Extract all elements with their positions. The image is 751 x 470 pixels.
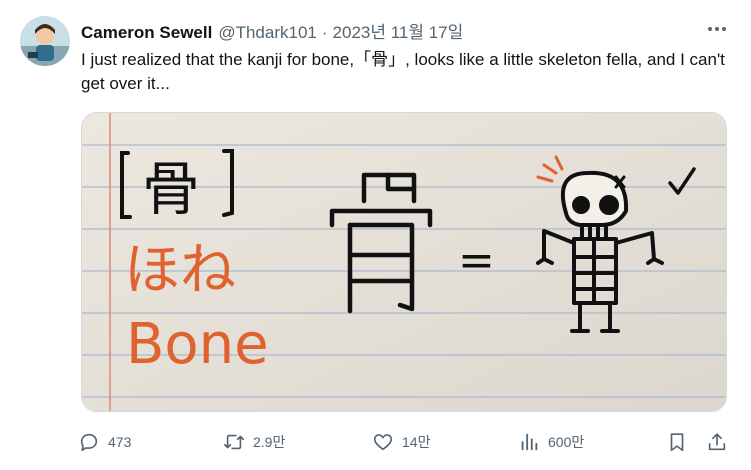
equals-sign: = [458,235,495,286]
retweet-button[interactable]: 2.9만 [223,426,285,458]
avatar-image [20,16,70,66]
like-count: 14만 [402,434,431,450]
tweet-header: Cameron Sewell @Thdark101 · 2023년 11월 17… [81,18,691,42]
bookmark-icon [670,433,684,452]
author-handle[interactable]: @Thdark101 [218,23,317,43]
author-name[interactable]: Cameron Sewell [81,23,212,43]
notebook-drawing: 骨 ほね Bone = [82,113,726,411]
share-upload-icon [708,433,726,451]
avatar[interactable] [20,16,70,66]
share-button[interactable] [706,426,728,458]
views-button[interactable]: 600만 [518,426,584,458]
tweet-date[interactable]: 2023년 11월 17일 [333,18,464,43]
speech-bubble-icon [80,433,98,452]
tweet-text: I just realized that the kanji for bone,… [81,50,725,93]
reading-text: ほね [124,238,236,303]
heart-icon [373,434,393,451]
tweet-action-bar: 473 2.9만 14만 600만 [78,426,728,458]
bookmark-button[interactable] [666,426,688,458]
reply-button[interactable]: 473 [78,426,131,458]
like-button[interactable]: 14만 [372,426,430,458]
tweet-media-image[interactable]: 骨 ほね Bone = [81,112,727,412]
more-horizontal-icon[interactable] [705,18,729,40]
bar-chart-icon [521,433,538,451]
bracketed-kanji: 骨 [142,155,200,223]
header-separator: · [321,23,328,42]
views-count: 600만 [548,434,585,450]
retweet-arrows-icon [224,434,244,450]
retweet-count: 2.9만 [253,434,286,450]
english-text: Bone [126,312,269,377]
reply-count: 473 [108,434,132,450]
